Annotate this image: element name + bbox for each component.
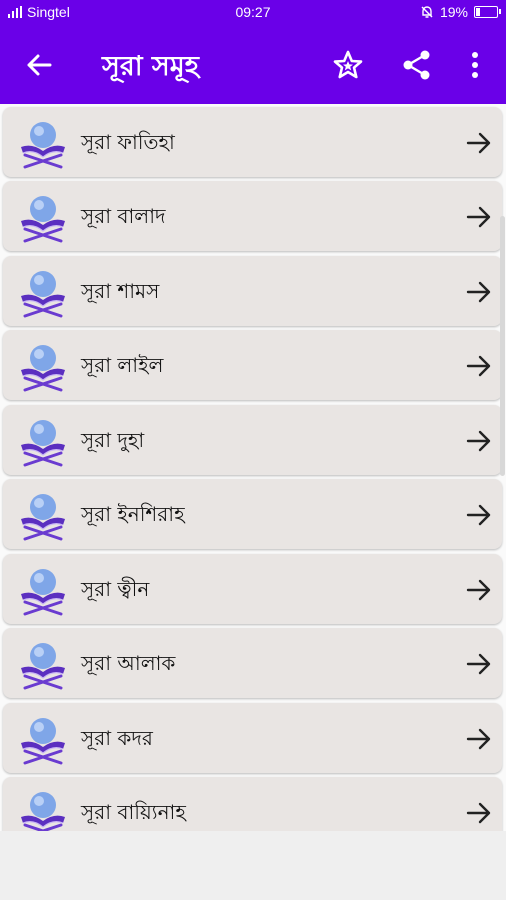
list-item[interactable]: সূরা বালাদ bbox=[3, 181, 502, 251]
list-item[interactable]: সূরা দুহা bbox=[3, 405, 502, 475]
quran-icon bbox=[17, 638, 69, 690]
arrow-right-icon bbox=[465, 129, 493, 157]
list-item-label: সূরা শামস bbox=[81, 279, 160, 303]
battery-icon bbox=[474, 6, 501, 18]
list-item[interactable]: সূরা ত্বীন bbox=[3, 554, 502, 624]
list-item[interactable]: সূরা ফাতিহা bbox=[3, 107, 502, 177]
list-item[interactable]: সূরা লাইল bbox=[3, 330, 502, 400]
quran-icon bbox=[17, 117, 69, 169]
list-item[interactable]: সূরা কদর bbox=[3, 703, 502, 773]
list-item-label: সূরা আলাক bbox=[81, 651, 176, 675]
list-item-label: সূরা কদর bbox=[81, 726, 153, 750]
alarm-off-icon bbox=[421, 6, 433, 18]
quran-icon bbox=[17, 415, 69, 467]
arrow-right-icon bbox=[465, 278, 493, 306]
list-item-label: সূরা ফাতিহা bbox=[81, 130, 175, 154]
arrow-right-icon bbox=[465, 576, 493, 604]
page-title: সূরা সমূহ bbox=[102, 51, 199, 82]
bottom-area bbox=[0, 831, 506, 900]
list-item[interactable]: সূরা শামস bbox=[3, 256, 502, 326]
arrow-right-icon bbox=[465, 650, 493, 678]
list-item-label: সূরা দুহা bbox=[81, 428, 145, 452]
app-bar: সূরা সমূহ bbox=[0, 26, 506, 104]
list-item-label: সূরা ত্বীন bbox=[81, 577, 150, 601]
quran-icon bbox=[17, 564, 69, 616]
quran-icon bbox=[17, 787, 69, 831]
list-item-label: সূরা বায়্যিনাহ bbox=[81, 800, 186, 824]
arrow-right-icon bbox=[465, 725, 493, 753]
quran-icon bbox=[17, 713, 69, 765]
share-icon[interactable] bbox=[400, 48, 434, 82]
quran-icon bbox=[17, 340, 69, 392]
list-item-label: সূরা বালাদ bbox=[81, 204, 166, 228]
list-item-label: সূরা লাইল bbox=[81, 353, 164, 377]
scrollbar[interactable] bbox=[500, 216, 505, 476]
arrow-right-icon bbox=[465, 203, 493, 231]
battery-percent: 19% bbox=[439, 4, 468, 20]
quran-icon bbox=[17, 489, 69, 541]
arrow-right-icon bbox=[465, 352, 493, 380]
list-item[interactable]: সূরা ইনশিরাহ bbox=[3, 479, 502, 549]
list-item[interactable]: সূরা আলাক bbox=[3, 628, 502, 698]
list-item[interactable]: সূরা বায়্যিনাহ bbox=[3, 777, 502, 831]
quran-icon bbox=[17, 191, 69, 243]
arrow-right-icon bbox=[465, 501, 493, 529]
arrow-right-icon bbox=[465, 799, 493, 827]
list-item-label: সূরা ইনশিরাহ bbox=[81, 502, 185, 526]
more-vert-icon[interactable] bbox=[462, 48, 488, 82]
arrow-left-icon[interactable] bbox=[22, 48, 56, 82]
status-bar: Singtel 09:27 19% bbox=[0, 0, 506, 26]
quran-icon bbox=[17, 266, 69, 318]
star-icon[interactable] bbox=[331, 48, 365, 82]
sura-list: সূরা ফাতিহা সূরা বালাদ সূরা শামস সূরা লা… bbox=[0, 104, 506, 831]
arrow-right-icon bbox=[465, 427, 493, 455]
